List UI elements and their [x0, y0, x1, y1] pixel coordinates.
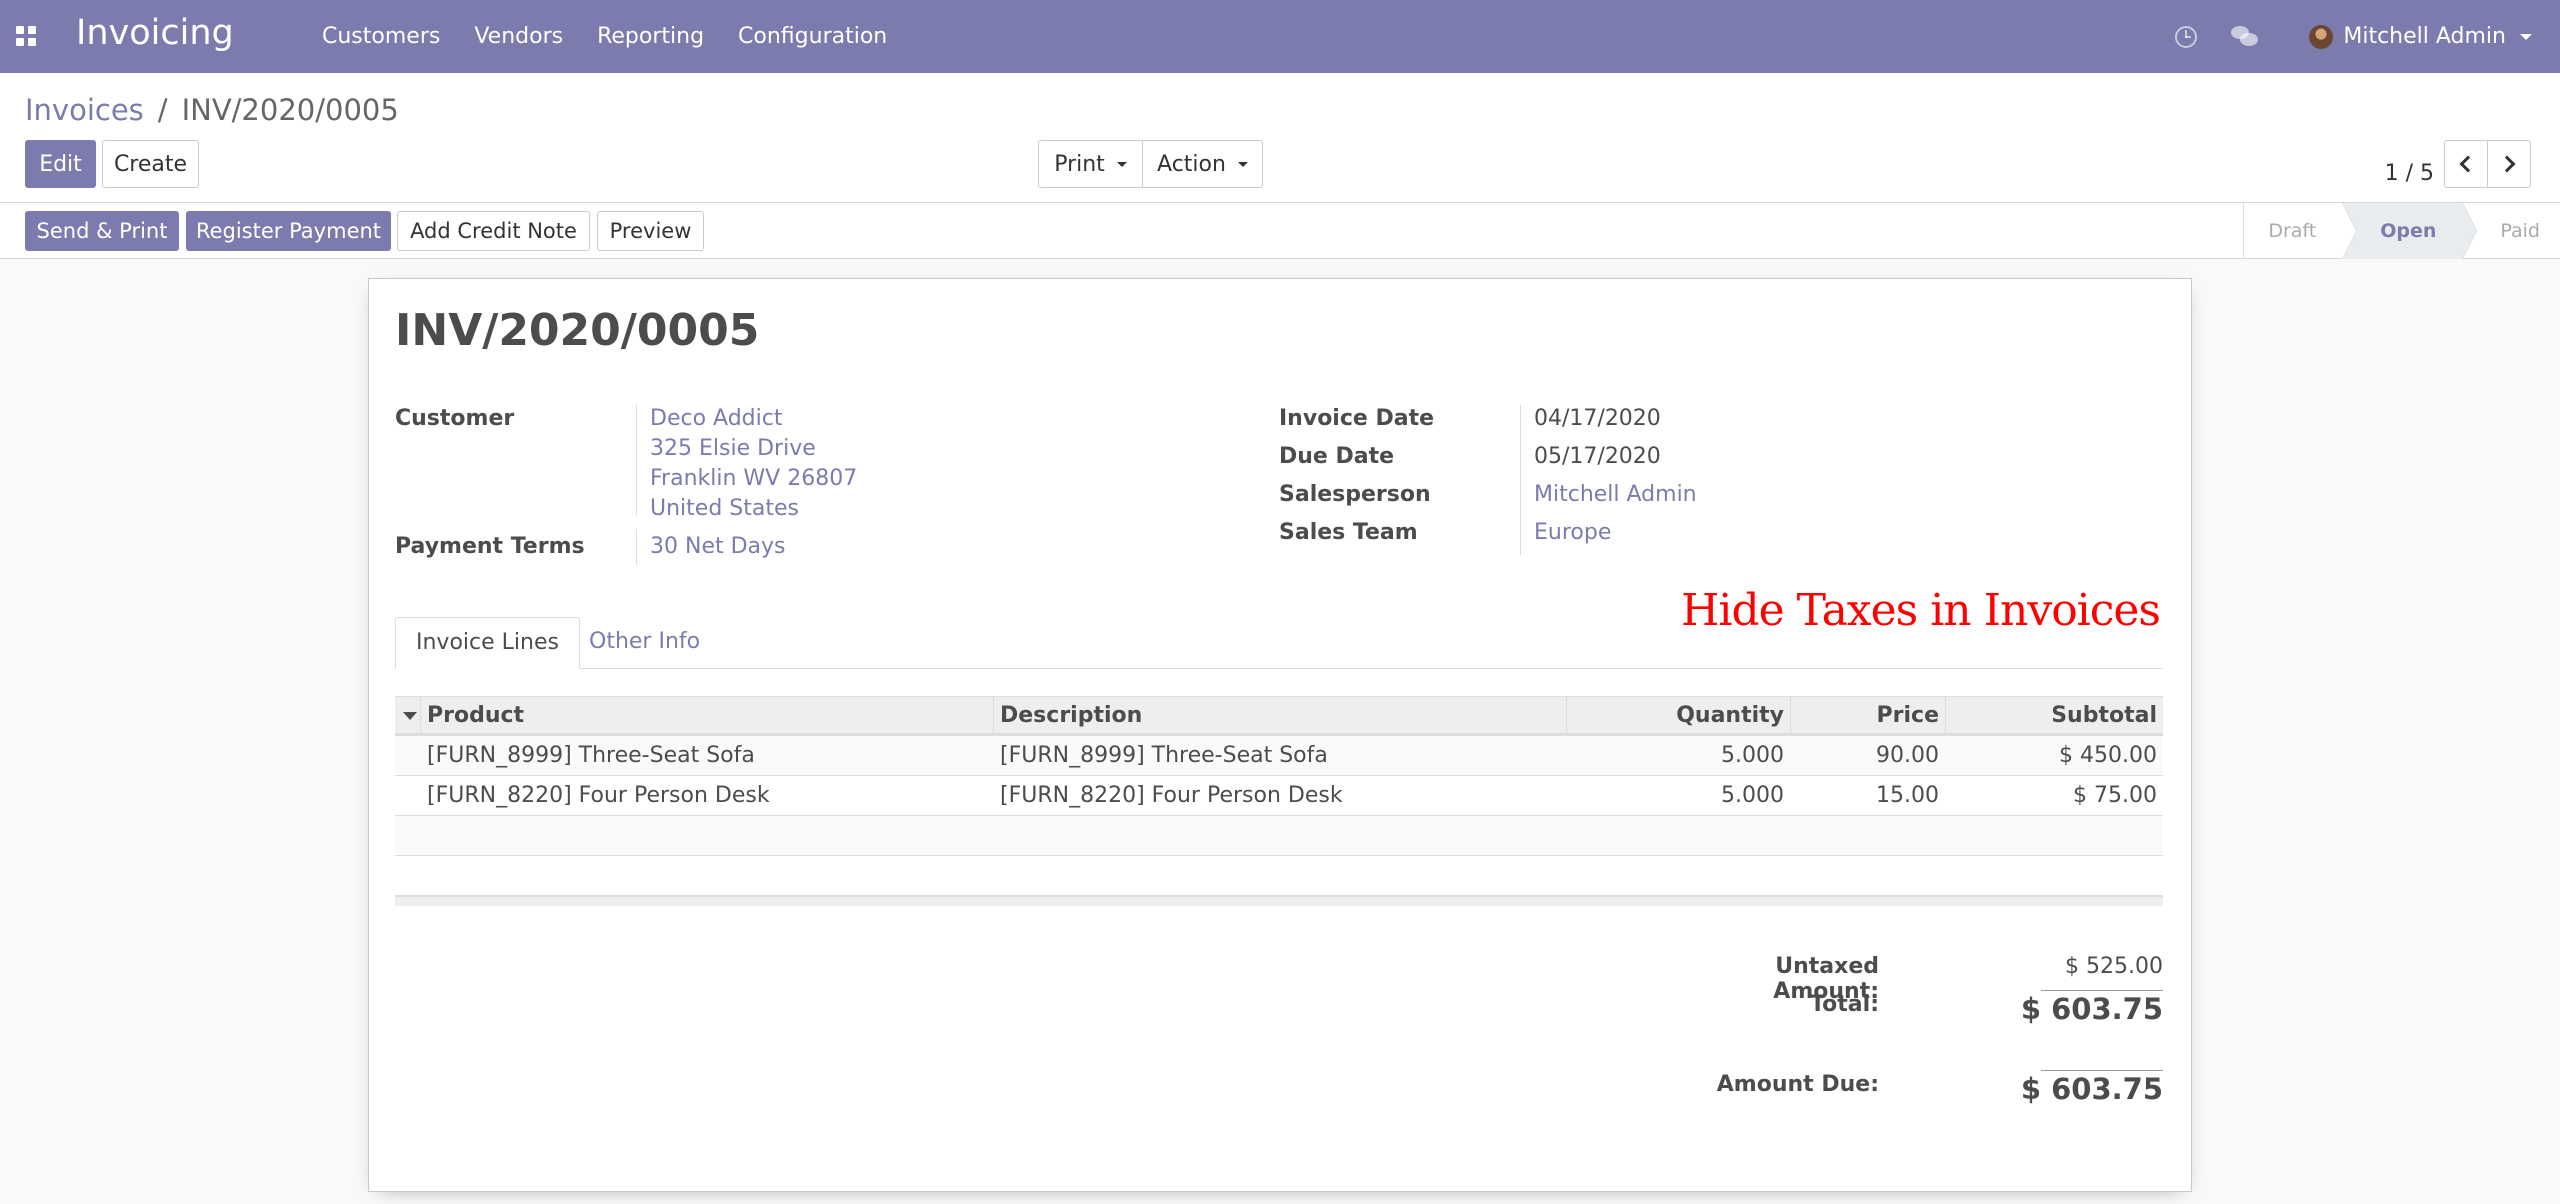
menu-item-customers[interactable]: Customers	[322, 24, 440, 49]
cell-description: [FURN_8220] Four Person Desk	[1000, 783, 1343, 808]
total-divider	[2041, 990, 2163, 991]
discuss-chat-icon[interactable]	[2231, 25, 2259, 48]
invoice-lines-table: Product Description Quantity Price Subto…	[395, 696, 2163, 906]
edit-button[interactable]: Edit	[25, 140, 96, 188]
amount-due-value: $ 603.75	[2020, 1072, 2163, 1106]
table-footer	[395, 896, 2163, 906]
cell-subtotal: $ 75.00	[2073, 783, 2157, 808]
status-bar: Send & Print Register Payment Add Credit…	[0, 203, 2560, 259]
invoice-sheet: INV/2020/0005 Customer Deco Addict 325 E…	[368, 278, 2192, 1192]
print-label: Print	[1054, 151, 1105, 177]
field-divider	[636, 405, 637, 515]
amount-due-divider	[2041, 1070, 2163, 1071]
chevron-down-icon	[1237, 161, 1248, 167]
invoice-date-value: 04/17/2020	[1534, 406, 1661, 431]
control-panel: Invoices / INV/2020/0005 Edit Create Print…	[0, 73, 2560, 203]
breadcrumb-separator: /	[157, 93, 168, 127]
tab-other-info[interactable]: Other Info	[569, 617, 720, 669]
chevron-right-icon	[2498, 155, 2516, 173]
caret-down-icon[interactable]	[403, 712, 417, 720]
customer-address-line[interactable]: Franklin WV 26807	[650, 466, 857, 491]
stage-paid-label: Paid	[2500, 220, 2540, 242]
print-dropdown-button[interactable]: Print	[1038, 140, 1143, 188]
table-row[interactable]: [FURN_8220] Four Person Desk [FURN_8220]…	[395, 776, 2163, 816]
field-divider	[1520, 405, 1521, 555]
pager-previous-button[interactable]	[2444, 140, 2488, 188]
cell-description: [FURN_8999] Three-Seat Sofa	[1000, 743, 1328, 768]
table-empty-row	[395, 856, 2163, 896]
chevron-down-icon[interactable]	[2520, 33, 2532, 40]
amount-due-label: Amount Due:	[1716, 1072, 1879, 1097]
preview-button[interactable]: Preview	[597, 211, 704, 251]
customer-label: Customer	[395, 406, 515, 431]
customer-address-line[interactable]: United States	[650, 496, 799, 521]
table-header: Product Description Quantity Price Subto…	[395, 696, 2163, 736]
pager-value[interactable]: 1 / 5	[2385, 150, 2434, 198]
total-label: Total:	[1810, 992, 1879, 1017]
breadcrumb-invoices-link[interactable]: Invoices	[25, 93, 144, 127]
untaxed-amount-value: $ 525.00	[2065, 954, 2163, 979]
app-title: Invoicing	[76, 13, 234, 53]
stage-draft[interactable]: Draft	[2244, 203, 2358, 259]
customer-address-line[interactable]: 325 Elsie Drive	[650, 436, 816, 461]
stage-open-label: Open	[2380, 220, 2437, 242]
customer-name-link[interactable]: Deco Addict	[650, 406, 782, 431]
payment-terms-link[interactable]: 30 Net Days	[650, 534, 786, 559]
table-row[interactable]: [FURN_8999] Three-Seat Sofa [FURN_8999] …	[395, 736, 2163, 776]
breadcrumb-current: INV/2020/0005	[181, 93, 399, 127]
activity-clock-icon[interactable]	[2175, 25, 2198, 48]
top-navbar: Invoicing Customers Vendors Reporting Co…	[0, 0, 2560, 73]
due-date-label: Due Date	[1279, 444, 1395, 469]
salesperson-label: Salesperson	[1279, 482, 1431, 507]
menu-item-vendors[interactable]: Vendors	[474, 24, 563, 49]
due-date-value: 05/17/2020	[1534, 444, 1661, 469]
table-empty-row	[395, 816, 2163, 856]
status-stages: Draft Open Paid	[2243, 203, 2560, 259]
cell-price: 15.00	[1876, 783, 1939, 808]
sales-team-link[interactable]: Europe	[1534, 520, 1611, 545]
menu-item-reporting[interactable]: Reporting	[597, 24, 704, 49]
add-credit-note-button[interactable]: Add Credit Note	[397, 211, 590, 251]
cell-subtotal: $ 450.00	[2059, 743, 2157, 768]
column-header-product[interactable]: Product	[420, 697, 993, 734]
action-label: Action	[1157, 151, 1226, 177]
column-header-description[interactable]: Description	[993, 697, 1566, 734]
stage-draft-label: Draft	[2268, 220, 2317, 242]
breadcrumb: Invoices / INV/2020/0005	[25, 93, 399, 127]
total-value: $ 603.75	[2020, 992, 2163, 1026]
cell-quantity: 5.000	[1721, 783, 1784, 808]
column-header-price[interactable]: Price	[1790, 697, 1945, 734]
create-button[interactable]: Create	[102, 140, 199, 188]
action-dropdown-button[interactable]: Action	[1142, 140, 1263, 188]
notebook-tabs: Invoice Lines Other Info	[395, 617, 2163, 669]
payment-terms-label: Payment Terms	[395, 534, 585, 559]
stage-open[interactable]: Open	[2342, 203, 2478, 259]
user-menu-name[interactable]: Mitchell Admin	[2343, 24, 2506, 49]
menu-item-configuration[interactable]: Configuration	[738, 24, 887, 49]
chevron-down-icon	[1116, 161, 1127, 167]
cell-product: [FURN_8999] Three-Seat Sofa	[427, 743, 755, 768]
cell-product: [FURN_8220] Four Person Desk	[427, 783, 770, 808]
salesperson-link[interactable]: Mitchell Admin	[1534, 482, 1697, 507]
cell-quantity: 5.000	[1721, 743, 1784, 768]
send-print-button[interactable]: Send & Print	[25, 211, 179, 251]
column-header-quantity[interactable]: Quantity	[1566, 697, 1790, 734]
pager-next-button[interactable]	[2487, 140, 2531, 188]
chevron-left-icon	[2459, 155, 2477, 173]
field-divider	[636, 529, 637, 565]
main-menu: Customers Vendors Reporting Configuratio…	[322, 0, 921, 73]
navbar-right: Mitchell Admin	[2175, 0, 2532, 73]
apps-menu-icon[interactable]	[16, 26, 36, 46]
register-payment-button[interactable]: Register Payment	[186, 211, 391, 251]
invoice-title: INV/2020/0005	[395, 305, 760, 356]
tab-invoice-lines[interactable]: Invoice Lines	[395, 617, 580, 669]
column-header-subtotal[interactable]: Subtotal	[1945, 697, 2163, 734]
sales-team-label: Sales Team	[1279, 520, 1418, 545]
cell-price: 90.00	[1876, 743, 1939, 768]
invoice-date-label: Invoice Date	[1279, 406, 1435, 431]
avatar[interactable]	[2309, 24, 2334, 49]
